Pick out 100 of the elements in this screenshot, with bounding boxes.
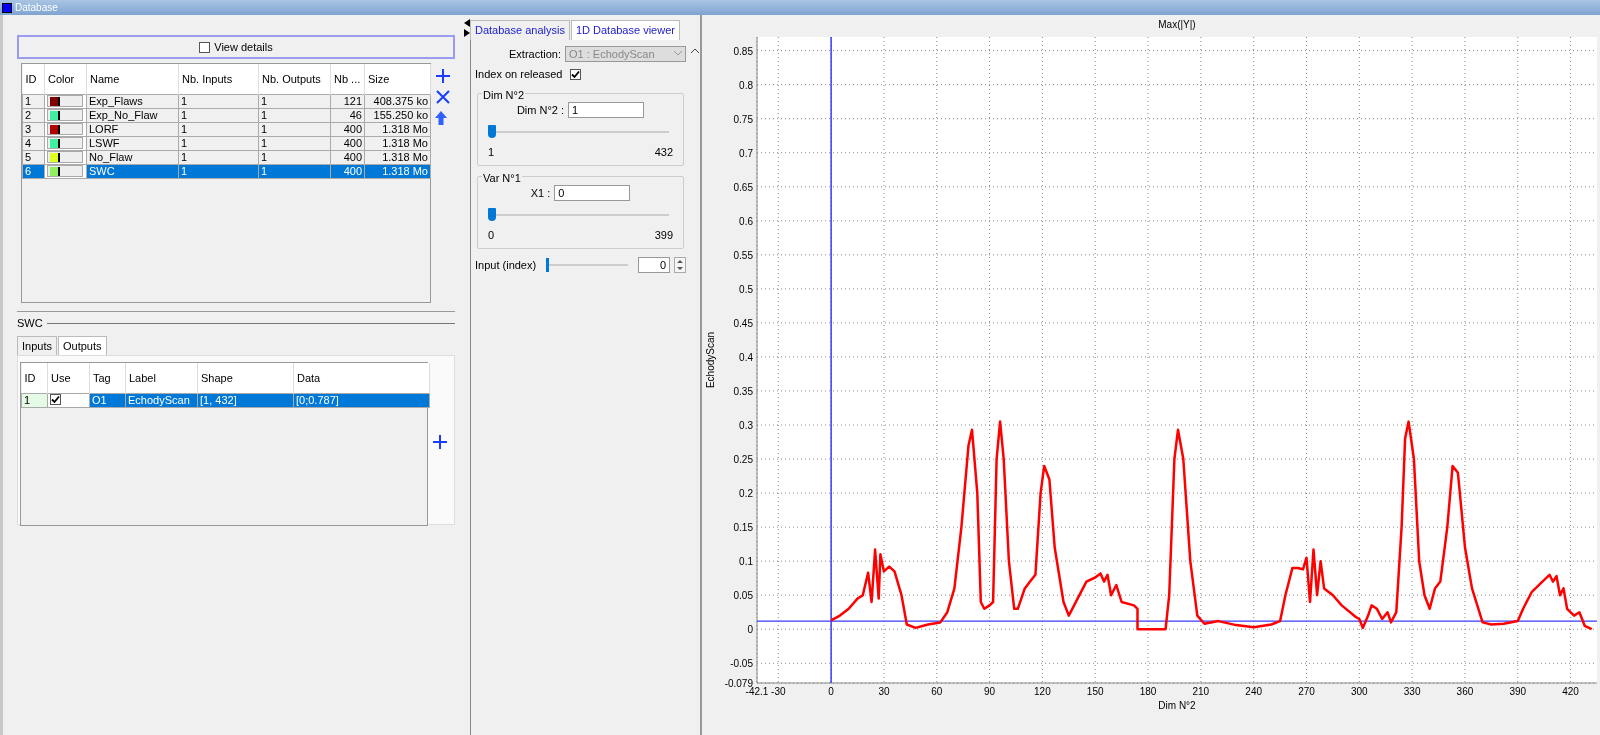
column-header[interactable]: Data [293, 363, 430, 393]
y-tick-label: 0.6 [739, 215, 753, 227]
x-tick-label: 300 [1350, 686, 1368, 697]
column-header[interactable]: Size [364, 64, 431, 94]
y-tick-label: 0.8 [739, 79, 753, 91]
section-title: SWC [17, 316, 43, 331]
table-cell: 1 [178, 136, 259, 150]
table-cell: Exp_No_Flaw [86, 108, 179, 122]
input-field[interactable]: 0 [554, 184, 631, 201]
y-tick-label: -0.05 [730, 658, 753, 670]
table-cell: 121 [330, 94, 365, 108]
chevron-down-icon [674, 51, 682, 57]
table-row[interactable]: 2 Exp_No_Flaw 1 1 46 155.250 ko [22, 108, 431, 122]
column-header[interactable]: Nb ... [330, 64, 365, 94]
column-header[interactable]: Label [125, 363, 198, 393]
table-cell: LORF [86, 122, 179, 136]
column-header[interactable]: ID [22, 64, 45, 94]
x-tick-label: 330 [1403, 686, 1421, 697]
tab[interactable]: Database analysis [470, 20, 570, 40]
table-cell: 3 [22, 122, 45, 136]
column-header[interactable]: Color [44, 64, 87, 94]
x-tick-label: 390 [1509, 686, 1527, 697]
table-row[interactable]: 4 LSWF 1 1 400 1.318 Mo [22, 136, 431, 150]
input-field[interactable]: 1 [568, 101, 645, 118]
table-row[interactable]: 1 Exp_Flaws 1 1 121 408.375 ko [22, 94, 431, 108]
table-cell: 408.375 ko [364, 94, 431, 108]
tab[interactable]: 1D Database viewer [570, 20, 680, 40]
y-tick-label: 0.3 [739, 420, 753, 431]
field-label: X1 : [530, 185, 551, 201]
column-header[interactable]: Nb. Outputs [258, 64, 331, 94]
extraction-label: Extraction: [508, 46, 561, 62]
field-label: Dim N°2 : [516, 102, 565, 118]
tab[interactable]: Inputs [17, 335, 57, 355]
table-cell: [1, 432] [197, 393, 294, 407]
table-cell: 2 [22, 108, 45, 122]
y-tick-label: 0.35 [733, 385, 753, 397]
use-checkbox[interactable] [50, 394, 61, 405]
color-button[interactable] [47, 123, 83, 135]
table-cell: EchodyScan [125, 393, 198, 407]
up-arrow-icon[interactable] [435, 109, 447, 126]
spin-arrows-icon[interactable] [674, 256, 686, 273]
table-row[interactable]: 5 No_Flaw 1 1 400 1.318 Mo [22, 150, 431, 164]
input-index-spinbox[interactable]: 0 [638, 256, 670, 273]
app-icon [2, 2, 12, 13]
column-header[interactable]: Name [86, 64, 179, 94]
index-on-released-label: Index on released [475, 67, 563, 82]
view-details-checkbox[interactable] [199, 41, 211, 53]
table-cell: 46 [330, 108, 365, 122]
table-cell: 5 [22, 150, 45, 164]
table-row[interactable]: 3 LORF 1 1 400 1.318 Mo [22, 122, 431, 136]
y-axis-label: EchodyScan [705, 331, 716, 389]
y-tick-label: 0.45 [733, 317, 753, 329]
table-cell: 1.318 Mo [364, 136, 431, 150]
table-cell: 1 [258, 108, 331, 122]
y-tick-label: 0.75 [733, 113, 753, 125]
chevron-up-icon[interactable] [691, 48, 699, 54]
table-cell: 1.318 Mo [364, 122, 431, 136]
color-button[interactable] [47, 109, 83, 121]
slider-handle[interactable] [488, 208, 496, 221]
column-header[interactable]: Shape [197, 363, 294, 393]
column-header[interactable]: Tag [89, 363, 126, 393]
x-tick-label: -30 [771, 686, 786, 697]
slider-max-label: 432 [654, 145, 673, 160]
slider-handle[interactable] [546, 257, 550, 272]
color-button[interactable] [47, 151, 83, 163]
slider-min-label: 0 [488, 228, 495, 243]
x-tick-label: 420 [1562, 686, 1579, 697]
x-tick-label: 270 [1298, 686, 1315, 697]
table-cell: Exp_Flaws [86, 94, 179, 108]
column-header[interactable]: Use [47, 363, 90, 393]
y-tick-label: 0.4 [739, 351, 753, 363]
index-on-released-checkbox[interactable] [570, 68, 582, 80]
add-icon[interactable] [435, 67, 451, 85]
tab[interactable]: Outputs [57, 335, 107, 355]
x-tick-label: 360 [1456, 686, 1474, 697]
splitter-arrows-icon[interactable] [463, 19, 470, 37]
x-tick-label: 150 [1086, 686, 1104, 697]
table-cell: 1.318 Mo [364, 150, 431, 164]
color-button[interactable] [47, 137, 83, 149]
y-tick-label: 0.15 [733, 522, 753, 534]
input-index-label: Input (index) [475, 257, 537, 273]
column-header[interactable]: Nb. Inputs [178, 64, 259, 94]
x-tick-label: 90 [984, 686, 996, 697]
table-cell: 155.250 ko [364, 108, 431, 122]
x-tick-label: 120 [1034, 686, 1051, 697]
table-cell: 1 [178, 108, 259, 122]
color-button[interactable] [47, 165, 83, 177]
chart-title: Max(|Y|) [1158, 19, 1196, 30]
table-cell: No_Flaw [86, 150, 179, 164]
x-tick-label: 60 [931, 686, 943, 697]
table-cell: 1 [22, 94, 45, 108]
table-cell: 1 [178, 150, 259, 164]
column-header[interactable]: ID [21, 363, 48, 393]
delete-icon[interactable] [435, 88, 451, 106]
table-row[interactable]: 6 SWC 1 1 400 1.318 Mo [22, 164, 431, 178]
table-cell: 1 [258, 136, 331, 150]
table-row[interactable]: 1 O1 EchodyScan [1, 432] [0;0.787] [21, 393, 430, 407]
color-button[interactable] [47, 95, 83, 107]
slider-handle[interactable] [488, 125, 496, 138]
x-tick-label: 240 [1245, 686, 1262, 697]
